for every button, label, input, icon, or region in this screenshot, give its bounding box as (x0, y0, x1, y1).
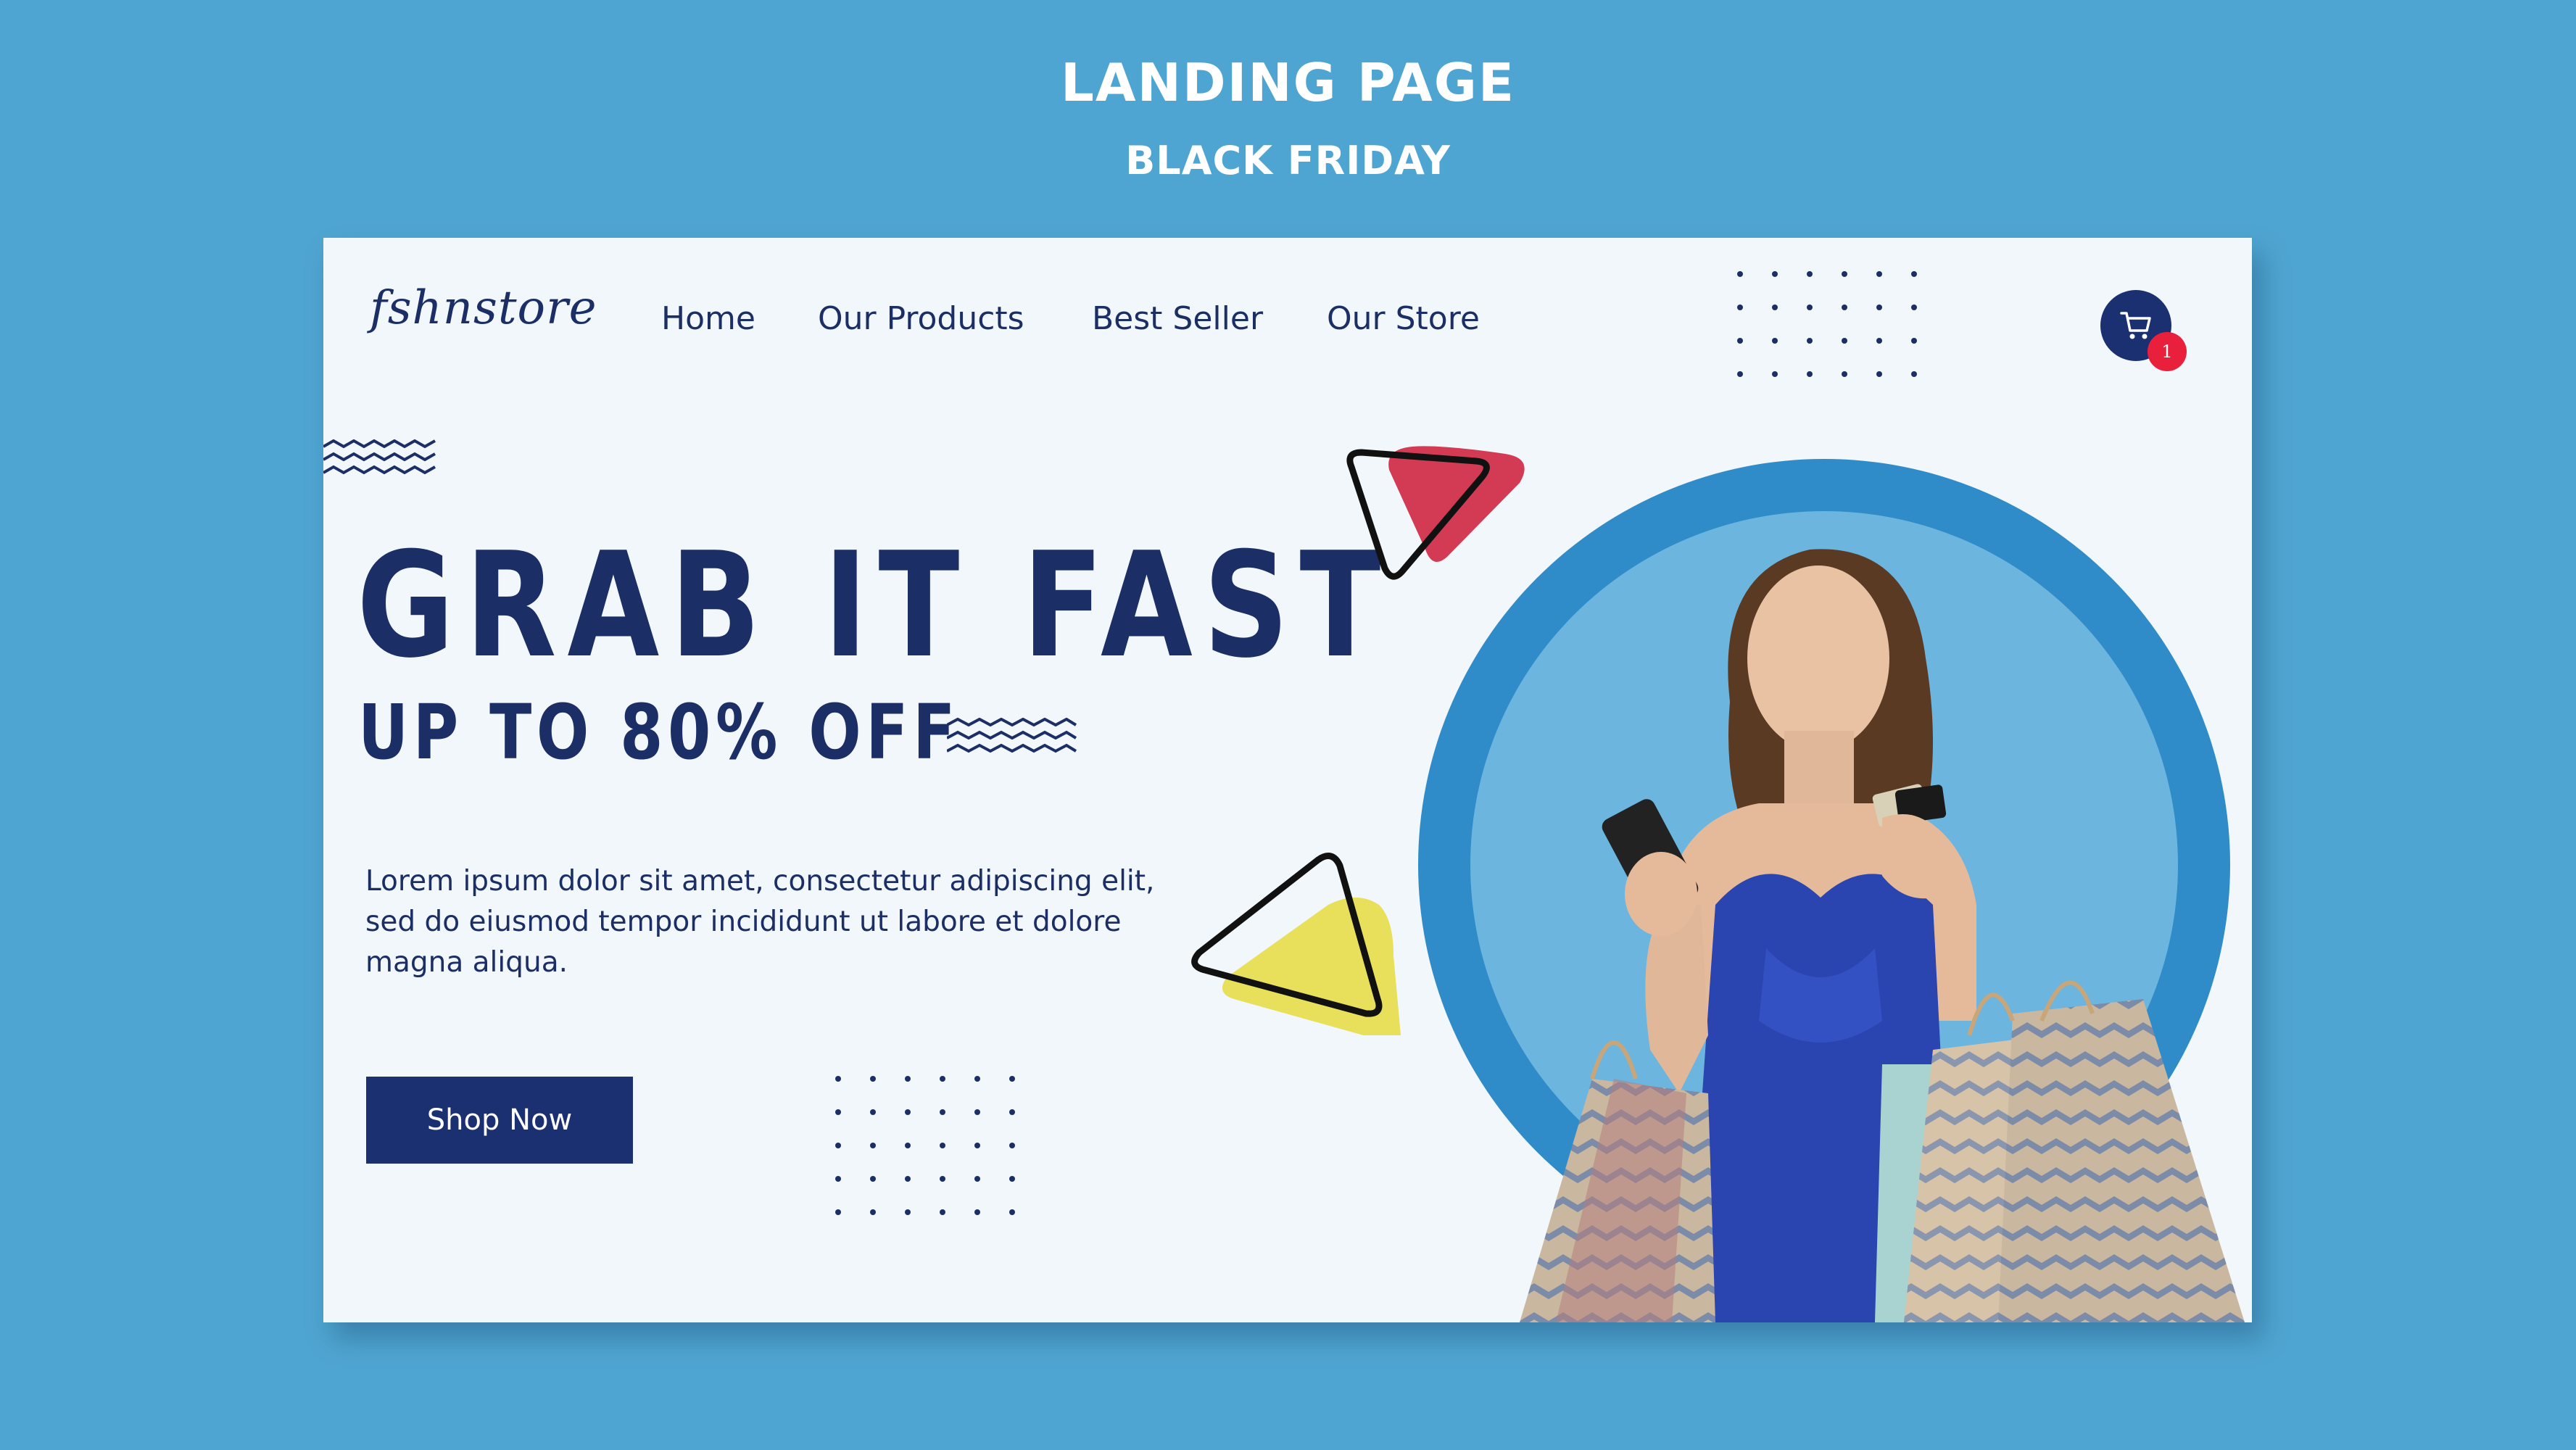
nav-item-our-products[interactable]: Our Products (818, 300, 1024, 337)
hero-description: Lorem ipsum dolor sit amet, consectetur … (365, 865, 1155, 979)
shopping-cart-icon (2120, 312, 2151, 339)
hero-model-image (1418, 459, 2245, 1322)
page-title: LANDING PAGE (1061, 52, 1515, 113)
dot-grid-top (1737, 271, 1917, 377)
brand-logo[interactable]: fshnstore (370, 281, 597, 335)
dot-grid-bottom (835, 1076, 1015, 1215)
page-subtitle: BLACK FRIDAY (1125, 138, 1451, 183)
zigzag-decoration-mid (947, 718, 1077, 753)
nav-item-our-store[interactable]: Our Store (1327, 300, 1480, 337)
nav-item-best-seller[interactable]: Best Seller (1092, 300, 1263, 337)
hero-subheadline: UP TO 80% OFF (358, 688, 960, 776)
nav-item-home[interactable]: Home (661, 300, 755, 337)
cart-count-badge: 1 (2148, 332, 2187, 371)
zigzag-decoration-left (323, 439, 436, 475)
hero-headline: GRAB IT FAST (357, 521, 1392, 690)
landing-card: fshnstore Home Our Products Best Seller … (323, 238, 2252, 1322)
shop-now-button[interactable]: Shop Now (366, 1077, 633, 1164)
